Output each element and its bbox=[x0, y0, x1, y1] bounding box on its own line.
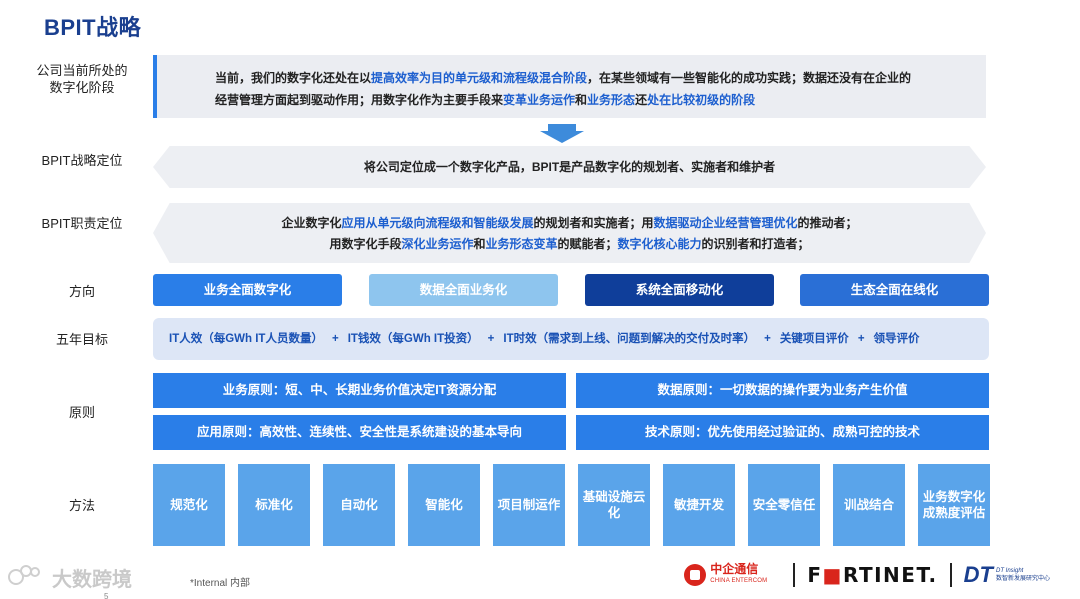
method-item: 业务数字化成熟度评估 bbox=[918, 464, 990, 546]
method-item: 自动化 bbox=[323, 464, 395, 546]
direction-label: 生态全面在线化 bbox=[850, 283, 939, 297]
method-item: 安全零信任 bbox=[748, 464, 820, 546]
fortinet-text-b: RTINET. bbox=[842, 563, 938, 587]
duty-highlight: 数字化核心能力 bbox=[617, 237, 702, 251]
plus-icon: + bbox=[331, 333, 339, 345]
dt-mark: DT bbox=[963, 562, 993, 587]
partner-logos: 中企通信 CHINA ENTERCOM F■RTINET. DT DT Insi… bbox=[684, 560, 1050, 590]
principle-technology: 技术原则：优先使用经过验证的、成熟可控的技术 bbox=[576, 415, 989, 450]
label-principles: 原则 bbox=[68, 405, 95, 420]
duty-text: 企业数字化 bbox=[281, 216, 342, 230]
label-positioning: BPIT战略定位 bbox=[41, 153, 123, 168]
duty-highlight: 深化业务运作 bbox=[401, 237, 474, 251]
direction-label: 数据全面业务化 bbox=[419, 283, 508, 297]
duty-highlight: 业务形态变革 bbox=[485, 237, 558, 251]
fortinet-text-a: F bbox=[807, 563, 823, 587]
fortinet-logo: F■RTINET. bbox=[807, 563, 937, 587]
cec-en-text: CHINA ENTERCOM bbox=[710, 578, 768, 584]
duty-text: 的推动者； bbox=[797, 216, 858, 230]
stage-highlight-4: 处在比较初级的阶段 bbox=[647, 93, 756, 107]
duty-highlight: 应用从单元级向流程级和智能级发展 bbox=[341, 216, 534, 230]
label-duty: BPIT职责定位 bbox=[41, 216, 123, 231]
method-item: 训战结合 bbox=[833, 464, 905, 546]
stage-text-5: 还 bbox=[635, 93, 648, 107]
method-item: 标准化 bbox=[238, 464, 310, 546]
positioning-text: 将公司定位成一个数字化产品，BPIT是产品数字化的规划者、实施者和维护者 bbox=[363, 160, 776, 174]
plus-icon: + bbox=[487, 333, 495, 345]
page-number: 5 bbox=[104, 592, 109, 599]
positioning-box: 将公司定位成一个数字化产品，BPIT是产品数字化的规划者、实施者和维护者 bbox=[153, 146, 986, 188]
direction-business: 业务全面数字化 bbox=[153, 274, 342, 306]
dt-insight-logo: DT DT Insight 数智新发展研究中心 bbox=[964, 562, 1050, 588]
label-stage: 公司当前所处的数字化阶段 bbox=[36, 63, 128, 95]
stage-text-3: 经营管理方面起到驱动作用；用数字化作为主要手段来 bbox=[215, 93, 504, 107]
direction-label: 系统全面移动化 bbox=[635, 283, 724, 297]
goal-key-project: 关键项目评价 bbox=[779, 333, 849, 345]
stage-text-4: 和 bbox=[575, 93, 588, 107]
stage-box: 当前，我们的数字化还处在以提高效率为目的单元级和流程级混合阶段，在某些领域有一些… bbox=[153, 55, 986, 118]
china-entercom-icon bbox=[684, 564, 707, 586]
stage-highlight-3: 业务形态 bbox=[587, 93, 636, 107]
duty-text: 和 bbox=[473, 237, 486, 251]
cec-cn-text: 中企通信 bbox=[710, 562, 759, 576]
label-goals: 五年目标 bbox=[55, 332, 108, 347]
duty-box: 企业数字化应用从单元级向流程级和智能级发展的规划者和实施者；用数据驱动企业经营管… bbox=[153, 203, 986, 263]
logo-divider bbox=[949, 563, 952, 587]
dt-en-text: DT Insight bbox=[995, 568, 1024, 574]
stage-highlight-2: 变革业务运作 bbox=[503, 93, 576, 107]
principle-data: 数据原则：一切数据的操作要为业务产生价值 bbox=[576, 373, 989, 408]
label-direction: 方向 bbox=[68, 284, 95, 299]
page-title: BPIT战略 bbox=[44, 15, 142, 40]
principle-application: 应用原则：高效性、连续性、安全性是系统建设的基本导向 bbox=[153, 415, 566, 450]
fortinet-o-mark: ■ bbox=[822, 563, 843, 587]
watermark-icon bbox=[8, 564, 48, 591]
internal-label: *Internal 内部 bbox=[190, 578, 251, 589]
method-item: 敏捷开发 bbox=[663, 464, 735, 546]
goals-bar: IT人效（每GWh IT人员数量） + IT钱效（每GWh IT投资） + IT时效（需… bbox=[153, 318, 989, 360]
dt-cn-text: 数智新发展研究中心 bbox=[995, 576, 1050, 582]
goal-it-money: IT钱效（每GWh IT投资） bbox=[347, 333, 479, 345]
logo-divider bbox=[793, 563, 796, 587]
duty-highlight: 数据驱动企业经营管理优化 bbox=[653, 216, 798, 230]
watermark-text: 大数跨境 bbox=[52, 569, 132, 591]
stage-text-1: 当前，我们的数字化还处在以 bbox=[215, 71, 372, 85]
goal-it-time: IT时效（需求到上线、问题到解决的交付及时率） bbox=[503, 333, 756, 345]
duty-text: 用数字化手段 bbox=[329, 237, 402, 251]
stage-highlight-1: 提高效率为目的单元级和流程级混合阶段 bbox=[371, 71, 588, 85]
principle-business: 业务原则：短、中、长期业务价值决定IT资源分配 bbox=[153, 373, 566, 408]
method-item: 规范化 bbox=[153, 464, 225, 546]
plus-icon: + bbox=[857, 333, 865, 345]
label-methods: 方法 bbox=[68, 498, 95, 513]
direction-ecosystem: 生态全面在线化 bbox=[800, 274, 989, 306]
watermark: 大数跨境 bbox=[8, 563, 132, 592]
duty-text: 的赋能者； bbox=[557, 237, 618, 251]
direction-label: 业务全面数字化 bbox=[203, 283, 292, 297]
goal-it-people: IT人效（每GWh IT人员数量） bbox=[169, 333, 323, 345]
duty-text: 的规划者和实施者；用 bbox=[533, 216, 654, 230]
method-item: 项目制运作 bbox=[493, 464, 565, 546]
stage-text-2: ，在某些领域有一些智能化的成功实践；数据还没有在企业的 bbox=[587, 71, 912, 85]
method-item: 智能化 bbox=[408, 464, 480, 546]
china-entercom-logo: 中企通信 CHINA ENTERCOM bbox=[684, 563, 767, 587]
direction-data: 数据全面业务化 bbox=[369, 274, 558, 306]
plus-icon: + bbox=[764, 333, 771, 345]
method-item: 基础设施云化 bbox=[578, 464, 650, 546]
direction-mobile: 系统全面移动化 bbox=[585, 274, 774, 306]
duty-text: 的识别者和打造者； bbox=[701, 237, 810, 251]
goal-leader: 领导评价 bbox=[873, 333, 920, 345]
